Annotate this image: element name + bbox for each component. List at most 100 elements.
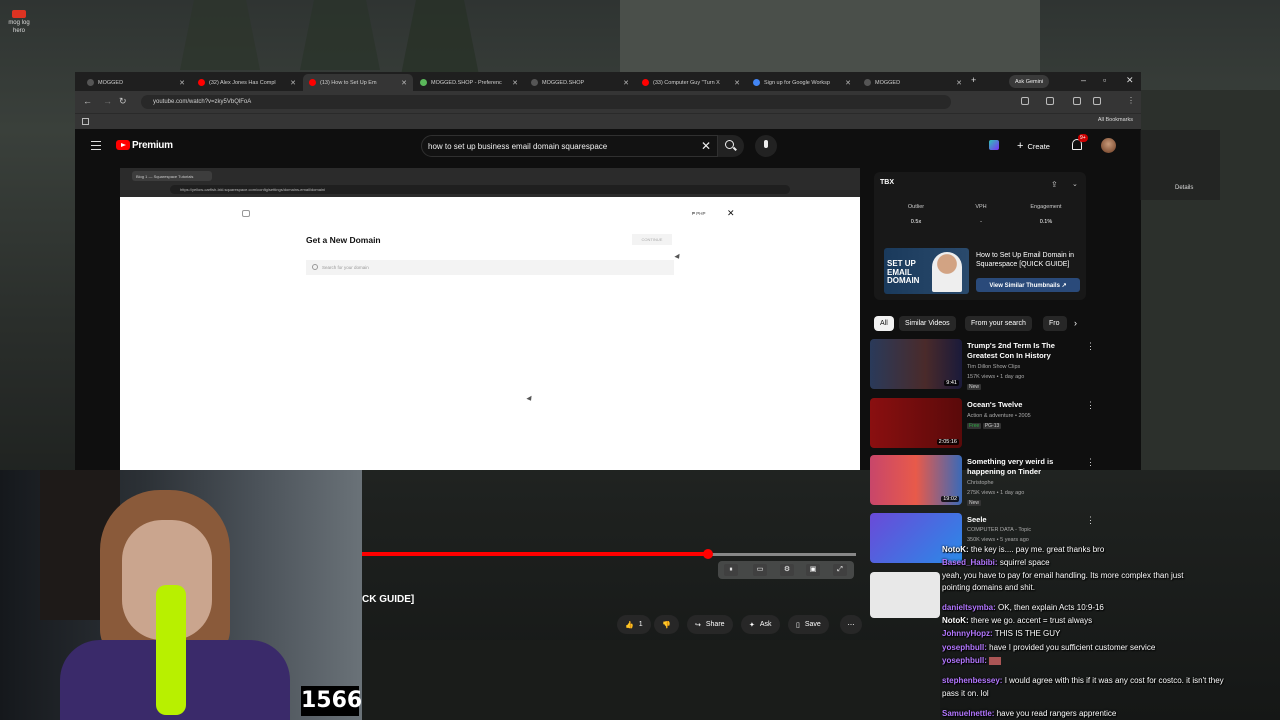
close-tab-icon[interactable]: ✕ bbox=[512, 79, 518, 87]
desktop-shortcut[interactable]: mog log hero bbox=[6, 10, 32, 35]
ask-button[interactable]: ✦ Ask bbox=[741, 615, 780, 634]
close-tab-icon[interactable]: ✕ bbox=[401, 79, 407, 87]
channel-name: COMPUTER DATA - Topic bbox=[967, 527, 1032, 533]
chevron-right-icon[interactable]: › bbox=[1074, 318, 1077, 328]
channel-name: Christophe bbox=[967, 480, 994, 486]
close-tab-icon[interactable]: ✕ bbox=[845, 79, 851, 87]
forward-icon[interactable]: → bbox=[103, 96, 112, 106]
address-bar-row: ← → ↻ youtube.com/watch?v=zky5VbQlFoA ⋮ bbox=[75, 91, 1141, 113]
browser-tab[interactable]: MOGGED.SHOP ✕ bbox=[525, 74, 635, 91]
close-tab-icon[interactable]: ✕ bbox=[956, 79, 962, 87]
browser-tab[interactable]: MOGGED ✕ bbox=[81, 74, 191, 91]
browser-tab[interactable]: (32) Alex Jones Has Compl ✕ bbox=[192, 74, 302, 91]
browser-tab[interactable]: Sign up for Google Worksp ✕ bbox=[747, 74, 857, 91]
miniplayer-icon[interactable]: ▣ bbox=[806, 564, 820, 576]
save-button[interactable]: ▯ Save bbox=[788, 615, 829, 634]
clear-search-icon[interactable]: ✕ bbox=[701, 139, 711, 153]
tab-title: MOGGED bbox=[875, 79, 901, 86]
chat-text: pass it on. lol bbox=[942, 689, 989, 698]
chat-username: yosephbull: bbox=[942, 643, 987, 652]
close-tab-icon[interactable]: ✕ bbox=[623, 79, 629, 87]
chip-truncated[interactable]: Fro bbox=[1043, 316, 1067, 331]
browser-tab[interactable]: MOGGED ✕ bbox=[858, 74, 968, 91]
new-tab-icon[interactable]: + bbox=[971, 75, 976, 85]
captions-icon[interactable]: ▭ bbox=[753, 564, 767, 576]
share-button[interactable]: ↪ Share bbox=[687, 615, 733, 634]
apps-grid-icon[interactable] bbox=[82, 118, 89, 125]
close-window-icon[interactable]: ✕ bbox=[1126, 75, 1134, 86]
more-options-icon[interactable]: ⋮ bbox=[1086, 457, 1095, 468]
extension-icon[interactable] bbox=[1046, 97, 1054, 105]
fullscreen-icon[interactable]: ⤢ bbox=[833, 564, 847, 576]
search-button[interactable] bbox=[718, 135, 744, 157]
extension-icon[interactable] bbox=[1021, 97, 1029, 105]
settings-gear-icon[interactable]: ⚙ bbox=[780, 564, 794, 576]
chat-text: OK, then explain Acts 10:9-16 bbox=[998, 603, 1104, 612]
share-icon[interactable]: ⇪ bbox=[1051, 180, 1058, 189]
wallpaper-tree bbox=[400, 0, 480, 80]
rating-badge: PG-13 bbox=[982, 423, 1002, 429]
chat-username: Samuelnettle: bbox=[942, 709, 995, 718]
tab-title: (33) Computer Guy "Turn X bbox=[653, 79, 720, 86]
more-actions-button[interactable]: ⋯ bbox=[840, 615, 862, 634]
browser-menu-icon[interactable]: ⋮ bbox=[1127, 96, 1135, 105]
extension-icon[interactable] bbox=[989, 140, 999, 150]
download-icon[interactable] bbox=[1073, 97, 1081, 105]
extension-icon[interactable] bbox=[1093, 97, 1101, 105]
engagement-value: 0.1% bbox=[1039, 219, 1053, 225]
video-scrubber-handle[interactable] bbox=[703, 549, 713, 559]
create-button[interactable]: + Create bbox=[1009, 136, 1058, 156]
chat-message: danieltsymba: OK, then explain Acts 10:9… bbox=[942, 603, 1104, 612]
close-tab-icon[interactable]: ✕ bbox=[734, 79, 740, 87]
browser-tab[interactable]: MOGGED.SHOP - Preferenc ✕ bbox=[414, 74, 524, 91]
chat-username: JohnnyHopz: bbox=[942, 629, 993, 638]
video-thumbnail[interactable] bbox=[870, 572, 940, 618]
more-options-icon[interactable]: ⋮ bbox=[1086, 400, 1095, 411]
chat-message: Samuelnettle: have you read rangers appr… bbox=[942, 709, 1116, 718]
maximize-icon[interactable]: ▫ bbox=[1103, 75, 1106, 85]
url-input[interactable]: youtube.com/watch?v=zky5VbQlFoA bbox=[141, 95, 951, 109]
browser-tab-active[interactable]: (13) How to Set Up Em ✕ bbox=[303, 74, 413, 91]
voice-search-icon[interactable] bbox=[755, 135, 777, 157]
more-options-icon[interactable]: ⋮ bbox=[1086, 341, 1095, 352]
squarespace-logo-icon bbox=[242, 210, 250, 217]
recommended-video[interactable]: 19:02 Something very weird is happening … bbox=[870, 455, 1095, 511]
video-meta: 157K views • 1 day ago bbox=[967, 374, 1025, 380]
close-tab-icon[interactable]: ✕ bbox=[179, 79, 185, 87]
chip-similar-videos[interactable]: Similar Videos bbox=[899, 316, 956, 331]
recommended-video[interactable]: 2:05:16 Ocean's Twelve Action & adventur… bbox=[870, 398, 1095, 454]
view-similar-thumbnails-button[interactable]: View Similar Thumbnails ↗ bbox=[976, 278, 1080, 292]
avatar[interactable] bbox=[1101, 138, 1116, 153]
autoplay-toggle-icon[interactable]: ⏸ bbox=[724, 564, 738, 576]
tab-favicon bbox=[753, 79, 760, 86]
recommended-video[interactable]: 9:41 Trump's 2nd Term Is The Greatest Co… bbox=[870, 339, 1095, 395]
video-duration: 2:05:16 bbox=[936, 439, 959, 445]
vph-stat: VPH - bbox=[951, 204, 1011, 225]
new-badge: New bbox=[967, 500, 982, 506]
chip-all[interactable]: All bbox=[874, 316, 894, 331]
chat-text: have you read rangers apprentice bbox=[996, 709, 1117, 718]
search-input[interactable]: how to set up business email domain squa… bbox=[421, 135, 718, 157]
all-bookmarks-button[interactable]: All Bookmarks bbox=[1098, 117, 1133, 123]
ask-gemini-button[interactable]: Ask Gemini bbox=[1009, 75, 1050, 88]
chevron-down-icon[interactable]: ⌄ bbox=[1072, 180, 1078, 188]
like-button[interactable]: 👍 1 bbox=[617, 615, 651, 634]
video-duration: 9:41 bbox=[944, 380, 959, 386]
more-options-icon[interactable]: ⋮ bbox=[1086, 515, 1095, 526]
video-player[interactable]: Blog 1 — Squarespace Tutorials https://y… bbox=[120, 168, 860, 470]
dislike-button[interactable]: 👎 bbox=[654, 615, 679, 634]
youtube-header: Premium how to set up business email dom… bbox=[75, 129, 1141, 164]
chat-text: have I provided you sufficient customer … bbox=[989, 643, 1156, 652]
chat-username: stephenbessey: bbox=[942, 676, 1003, 685]
chip-from-your-search[interactable]: From your search bbox=[965, 316, 1032, 331]
youtube-logo-icon[interactable] bbox=[116, 140, 130, 150]
reload-icon[interactable]: ↻ bbox=[119, 96, 127, 107]
back-icon[interactable]: ← bbox=[83, 96, 92, 106]
chat-username: Based_Habibi: bbox=[942, 558, 998, 567]
close-tab-icon[interactable]: ✕ bbox=[290, 79, 296, 87]
hamburger-menu-icon[interactable] bbox=[91, 141, 101, 150]
browser-tab[interactable]: (33) Computer Guy "Turn X ✕ bbox=[636, 74, 746, 91]
minimize-icon[interactable]: – bbox=[1081, 75, 1086, 85]
channel-name: Action & adventure • 2005 bbox=[967, 413, 1031, 419]
promo-thumbnail[interactable]: SET UP EMAIL DOMAIN bbox=[884, 248, 969, 294]
